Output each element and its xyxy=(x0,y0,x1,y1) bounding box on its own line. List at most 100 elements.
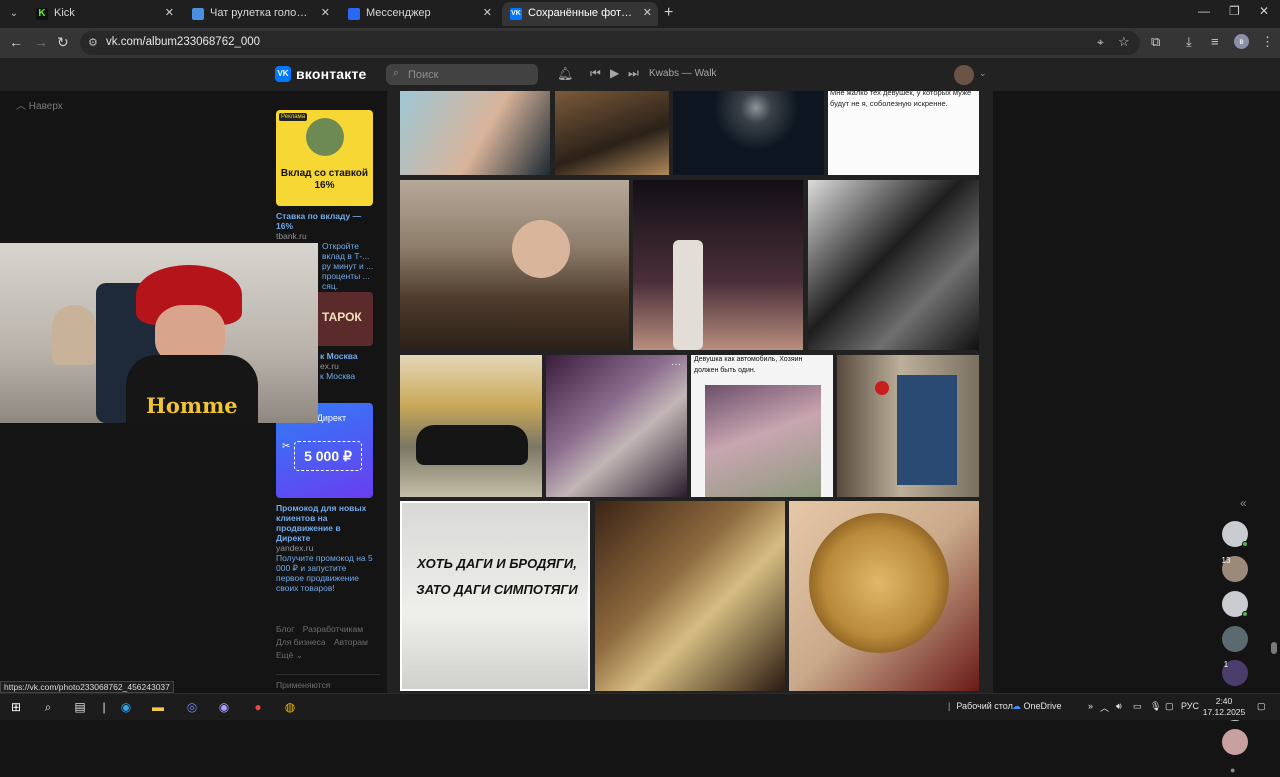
close-tab-icon[interactable]: ✕ xyxy=(483,6,492,19)
tab-search-icon[interactable]: ⌄ xyxy=(4,4,24,24)
notifications-bell-icon[interactable]: 🔔︎ xyxy=(557,66,574,82)
pinned-app-icon[interactable]: | xyxy=(96,699,112,715)
file-explorer-icon[interactable]: ▬ xyxy=(150,699,166,715)
more-options-icon[interactable]: ··· xyxy=(671,359,681,370)
footer-link-business[interactable]: Для бизнеса xyxy=(276,637,326,647)
minimize-icon[interactable]: — xyxy=(1198,4,1210,18)
ad-description[interactable]: Получите промокод на 5 000 ₽ и запустите… xyxy=(276,553,376,593)
close-tab-icon[interactable]: ✕ xyxy=(165,6,174,19)
footer-link-authors[interactable]: Авторам xyxy=(334,637,368,647)
photo-thumbnail[interactable]: Девушка как автомобиль, Хозяин должен бы… xyxy=(691,355,833,497)
display-icon[interactable]: ▢ xyxy=(1165,701,1174,712)
photo-thumbnail[interactable] xyxy=(400,180,629,350)
address-bar[interactable]: ⚙ vk.com/album233068762_000 ⌖ ☆ xyxy=(80,31,1140,55)
windows-start-icon[interactable]: ⊞ xyxy=(8,699,24,715)
download-icon[interactable]: ⤓ xyxy=(1186,34,1192,50)
language-indicator[interactable]: РУС xyxy=(1181,701,1199,711)
restore-icon[interactable]: ❐ xyxy=(1229,4,1240,18)
ad-banner-tbank[interactable]: Реклама Вклад со ставкой 16% xyxy=(276,110,373,206)
ad-description[interactable]: Откройте вклад в Т-... ру минут и ... пр… xyxy=(322,241,376,291)
ad-title[interactable]: Ставка по вкладу — 16% xyxy=(276,211,376,231)
photo-thumbnail[interactable] xyxy=(633,180,803,350)
tab-messenger[interactable]: Мессенджер ✕ xyxy=(340,2,498,26)
tab-label: Kick xyxy=(54,7,75,19)
ad-title[interactable]: к Москва xyxy=(320,351,380,361)
footer-link-developers[interactable]: Разработчикам xyxy=(303,624,363,634)
photo-thumbnail[interactable] xyxy=(837,355,979,497)
photo-thumbnail[interactable] xyxy=(400,91,550,175)
task-view-icon[interactable]: ▤ xyxy=(72,699,88,715)
url-text[interactable]: vk.com/album233068762_000 xyxy=(106,36,260,48)
ad-title[interactable]: Промокод для новых клиентов на продвижен… xyxy=(276,503,376,543)
network-icon[interactable]: ▭ xyxy=(1133,701,1142,712)
close-tab-icon[interactable]: ✕ xyxy=(321,6,330,19)
show-hidden-icons[interactable]: ︿ xyxy=(1100,701,1109,714)
ad-tarot-info: к Москва ex.ru к Москва xyxy=(320,351,380,381)
ad-host[interactable]: yandex.ru xyxy=(276,543,376,553)
footer-links: Блог Разработчикам Для бизнеса Авторам Е… xyxy=(276,623,380,692)
tab-chat-roulette[interactable]: Чат рулетка голосовая — Nek ✕ xyxy=(184,2,336,26)
collapse-dock-icon[interactable]: « xyxy=(1240,496,1247,510)
photo-thumbnail[interactable]: ··· xyxy=(546,355,687,497)
dock-avatar[interactable] xyxy=(1222,729,1248,755)
browser-menu-icon[interactable]: ⋮ xyxy=(1261,34,1274,50)
vk-logo-icon[interactable]: VK xyxy=(275,66,291,82)
volume-icon[interactable]: 🔊︎ xyxy=(1116,701,1122,712)
chevron-down-icon[interactable]: ⌄ xyxy=(979,68,987,79)
new-tab-button[interactable]: + xyxy=(664,4,673,22)
chrome-icon[interactable]: ◍ xyxy=(282,699,298,715)
footer-link-blog[interactable]: Блог xyxy=(276,624,294,634)
notification-center-icon[interactable]: ▢ xyxy=(1257,701,1266,712)
search-icon[interactable]: ⌕ xyxy=(40,699,56,715)
photo-thumbnail[interactable] xyxy=(595,501,785,691)
app-icon[interactable]: ● xyxy=(250,699,266,715)
close-window-icon[interactable]: ✕ xyxy=(1259,4,1269,18)
scissors-icon: ✂ xyxy=(282,441,291,452)
forward-icon[interactable]: → xyxy=(34,34,48,50)
onedrive-tray[interactable]: ☁ OneDrive xyxy=(1012,701,1062,712)
site-info-icon[interactable]: ⚙ xyxy=(88,36,98,49)
scrollbar-thumb[interactable] xyxy=(1271,642,1277,654)
scroll-up-link[interactable]: ︿ Наверх xyxy=(16,97,63,112)
ad-host[interactable]: ex.ru xyxy=(320,361,380,371)
reload-icon[interactable]: ↻ xyxy=(57,34,69,51)
microphone-icon[interactable]: 🎙︎ xyxy=(1150,701,1161,712)
photo-thumbnail[interactable] xyxy=(555,91,669,175)
photo-thumbnail[interactable] xyxy=(789,501,979,691)
back-icon[interactable]: ← xyxy=(9,34,23,50)
photo-thumbnail[interactable]: Мне жалко тех девушек, у которых муже бу… xyxy=(828,91,979,175)
play-icon[interactable]: ▶ xyxy=(610,66,619,80)
discord-icon[interactable]: ◎ xyxy=(184,699,200,715)
next-track-icon[interactable]: ⏭ xyxy=(628,66,639,81)
media-controls-icon[interactable]: ≡ xyxy=(1211,34,1219,49)
photo-thumbnail[interactable] xyxy=(400,355,542,497)
overflow-chevron-icon[interactable]: » xyxy=(1088,701,1093,711)
clock-date: 17.12.2025 xyxy=(1202,707,1246,717)
ad-description[interactable]: к Москва xyxy=(320,371,380,381)
previous-track-icon[interactable]: ⏮ xyxy=(590,66,601,81)
vk-logo-text[interactable]: вконтакте xyxy=(296,66,367,82)
webcam-overlay: Homme xyxy=(0,243,318,423)
close-tab-icon[interactable]: ✕ xyxy=(643,6,652,19)
edge-icon[interactable]: ◉ xyxy=(118,699,134,715)
location-icon[interactable]: ⌖ xyxy=(1097,35,1104,50)
user-avatar[interactable] xyxy=(954,65,974,85)
tab-saved-photos[interactable]: VK Сохранённые фото – 2735 фо ✕ xyxy=(502,2,658,26)
tab-kick[interactable]: K Kick ✕ xyxy=(28,2,180,26)
photo-thumbnail[interactable]: ХОТЬ ДАГИ И БРОДЯГИ, ЗАТО ДАГИ СИМПОТЯГИ xyxy=(400,501,590,691)
footer-link-more[interactable]: Ещё ⌄ xyxy=(276,650,303,660)
photo-thumbnail[interactable] xyxy=(673,91,824,175)
chat-bubble-icon[interactable]: ● xyxy=(1230,765,1235,775)
search-input[interactable] xyxy=(408,67,528,82)
photo-thumbnail[interactable] xyxy=(808,180,979,350)
extensions-icon[interactable]: ⧉ xyxy=(1151,34,1160,50)
obs-icon[interactable]: ◉ xyxy=(216,699,232,715)
ad-banner-amount: 5 000 ₽ xyxy=(294,441,362,471)
profile-avatar[interactable]: в xyxy=(1234,34,1249,49)
player-track-title[interactable]: Kwabs — Walk xyxy=(649,68,716,79)
bookmark-star-icon[interactable]: ☆ xyxy=(1118,34,1130,50)
desktop-toolbar-label[interactable]: | Рабочий стол xyxy=(948,701,1013,711)
ad-host[interactable]: tbank.ru xyxy=(276,231,376,241)
dock-avatar[interactable] xyxy=(1222,626,1248,652)
system-clock[interactable]: 2:40 17.12.2025 xyxy=(1198,696,1250,718)
